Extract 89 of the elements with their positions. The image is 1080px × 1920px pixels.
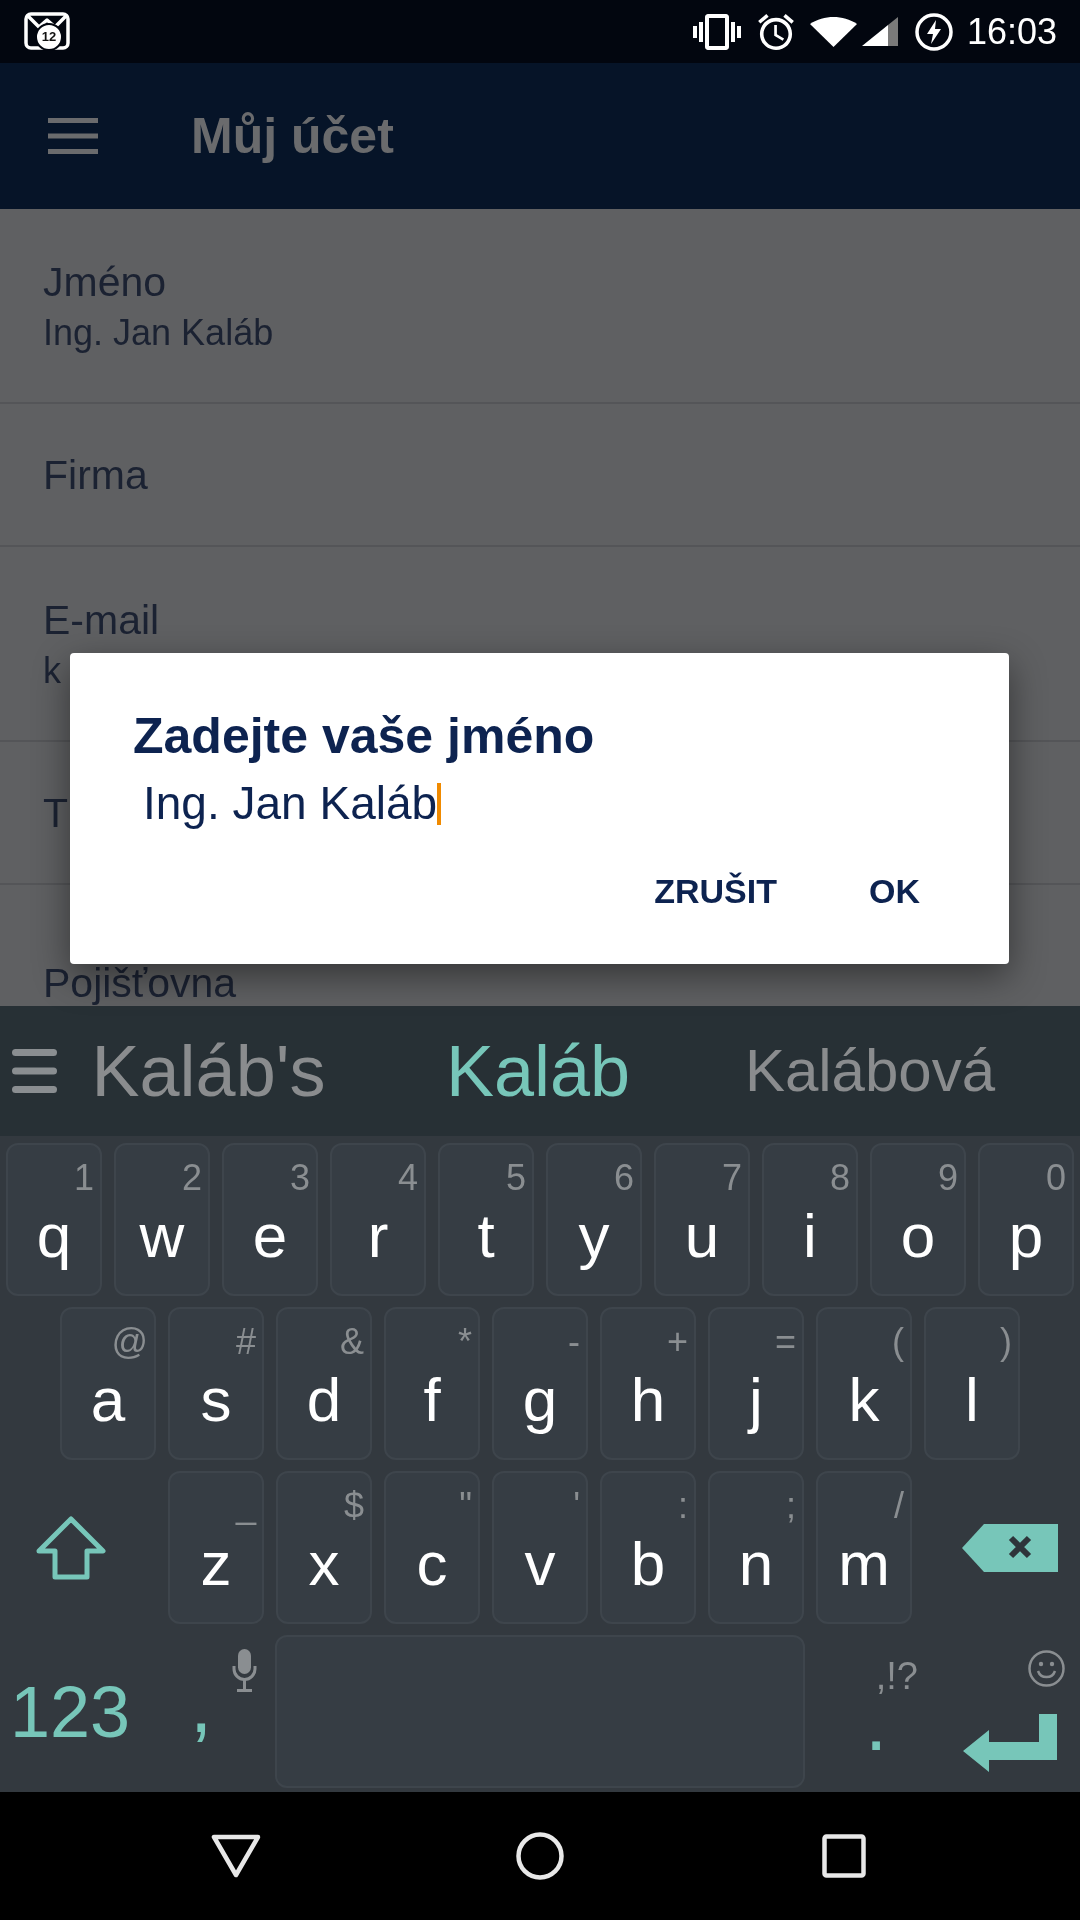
screen-title: Můj účet [191, 111, 394, 161]
letter-key[interactable]: # s [168, 1307, 264, 1460]
key-hint: ( [892, 1324, 904, 1360]
field-label: Jméno [43, 257, 167, 306]
key-hint: 6 [613, 1160, 634, 1196]
key-hint: 2 [181, 1160, 202, 1196]
field-value: Ing. Jan Kaláb [43, 311, 274, 354]
letter-key[interactable]: & d [276, 1307, 372, 1460]
letter-key[interactable]: ; n [708, 1471, 804, 1624]
backspace-icon[interactable] [962, 1523, 1058, 1572]
key-hint: _ [235, 1488, 256, 1524]
letter-key[interactable]: : b [600, 1471, 696, 1624]
field-value: k [43, 649, 61, 692]
key-hint: ' [573, 1488, 580, 1524]
key-hint: ; [786, 1488, 796, 1524]
ok-button[interactable]: OK [853, 856, 936, 927]
alarm-icon [757, 13, 794, 50]
mail-icon [24, 11, 70, 50]
key-hint: 7 [721, 1160, 742, 1196]
letter-key[interactable]: @ a [60, 1307, 156, 1460]
key-hint: + [666, 1324, 688, 1360]
key-hint: 9 [937, 1160, 958, 1196]
letter-key[interactable]: 6 y [546, 1143, 642, 1296]
letter-key[interactable]: 3 e [222, 1143, 318, 1296]
back-icon[interactable] [211, 1834, 261, 1878]
key-hint: @ [111, 1324, 148, 1360]
dialog-title: Zadejte vaše jméno [133, 708, 595, 765]
home-icon[interactable] [516, 1832, 564, 1880]
cancel-button[interactable]: ZRUŠIT [638, 856, 793, 927]
comma-key[interactable]: , [162, 1635, 270, 1788]
signal-icon [861, 17, 898, 46]
suggestion[interactable]: Kaláb's [57, 1006, 360, 1136]
letter-key[interactable]: _ z [168, 1471, 264, 1624]
enter-icon[interactable] [963, 1714, 1057, 1772]
letter-key[interactable]: 7 u [654, 1143, 750, 1296]
letter-key[interactable]: $ x [276, 1471, 372, 1624]
key-hint: : [678, 1488, 688, 1524]
key-hint: # [235, 1324, 256, 1360]
key-hint: * [458, 1324, 472, 1360]
letter-key[interactable]: * f [384, 1307, 480, 1460]
key-hint: ,!? [875, 1657, 918, 1695]
key-hint: $ [343, 1488, 364, 1524]
letter-key[interactable]: - g [492, 1307, 588, 1460]
letter-key[interactable]: 8 i [762, 1143, 858, 1296]
vibrate-icon [692, 13, 741, 50]
suggestion[interactable]: Kaláb [360, 1006, 716, 1136]
key-hint: - [568, 1324, 580, 1360]
letter-key[interactable]: = j [708, 1307, 804, 1460]
key-hint: = [774, 1324, 796, 1360]
letter-key[interactable]: ) l [924, 1307, 1020, 1460]
letter-key[interactable]: ( k [816, 1307, 912, 1460]
period-key[interactable]: ,!? . [810, 1635, 918, 1788]
letter-key[interactable]: / m [816, 1471, 912, 1624]
key-hint: & [340, 1324, 364, 1360]
text-cursor-icon [437, 782, 442, 825]
menu-icon[interactable] [12, 1049, 57, 1093]
name-input[interactable]: Ing. Jan Kaláb [143, 777, 442, 830]
letter-key[interactable]: ' v [492, 1471, 588, 1624]
battery-charging-icon [914, 12, 953, 51]
suggestion[interactable]: Kalábová [716, 1006, 1024, 1136]
letter-key[interactable]: 5 t [438, 1143, 534, 1296]
wifi-icon [809, 16, 857, 47]
shift-icon[interactable] [36, 1515, 106, 1580]
key-hint: 8 [829, 1160, 850, 1196]
letter-key[interactable]: 0 p [978, 1143, 1074, 1296]
letter-key[interactable]: 2 w [114, 1143, 210, 1296]
key-hint: 5 [505, 1160, 526, 1196]
clock-time: 16:03 [966, 13, 1057, 50]
field-label: Firma [43, 450, 148, 499]
field-label: E-mail [43, 595, 160, 644]
microphone-icon [232, 1649, 257, 1692]
key-hint: 1 [73, 1160, 94, 1196]
letter-key[interactable]: " c [384, 1471, 480, 1624]
field-label: Pojišťovna [43, 963, 237, 1004]
letter-key[interactable]: 4 r [330, 1143, 426, 1296]
smiley-icon [1028, 1650, 1065, 1687]
menu-icon[interactable] [48, 118, 98, 154]
key-hint: 0 [1045, 1160, 1066, 1196]
symbols-key[interactable]: 123 [0, 1635, 162, 1788]
key-hint: / [894, 1488, 904, 1524]
key-hint: 4 [397, 1160, 418, 1196]
letter-key[interactable]: 1 q [6, 1143, 102, 1296]
key-hint: " [459, 1488, 472, 1524]
field-label: T [43, 788, 69, 837]
key-hint: ) [1000, 1324, 1012, 1360]
letter-key[interactable]: 9 o [870, 1143, 966, 1296]
recents-icon[interactable] [822, 1834, 866, 1878]
letter-key[interactable]: + h [600, 1307, 696, 1460]
key-hint: 3 [289, 1160, 310, 1196]
